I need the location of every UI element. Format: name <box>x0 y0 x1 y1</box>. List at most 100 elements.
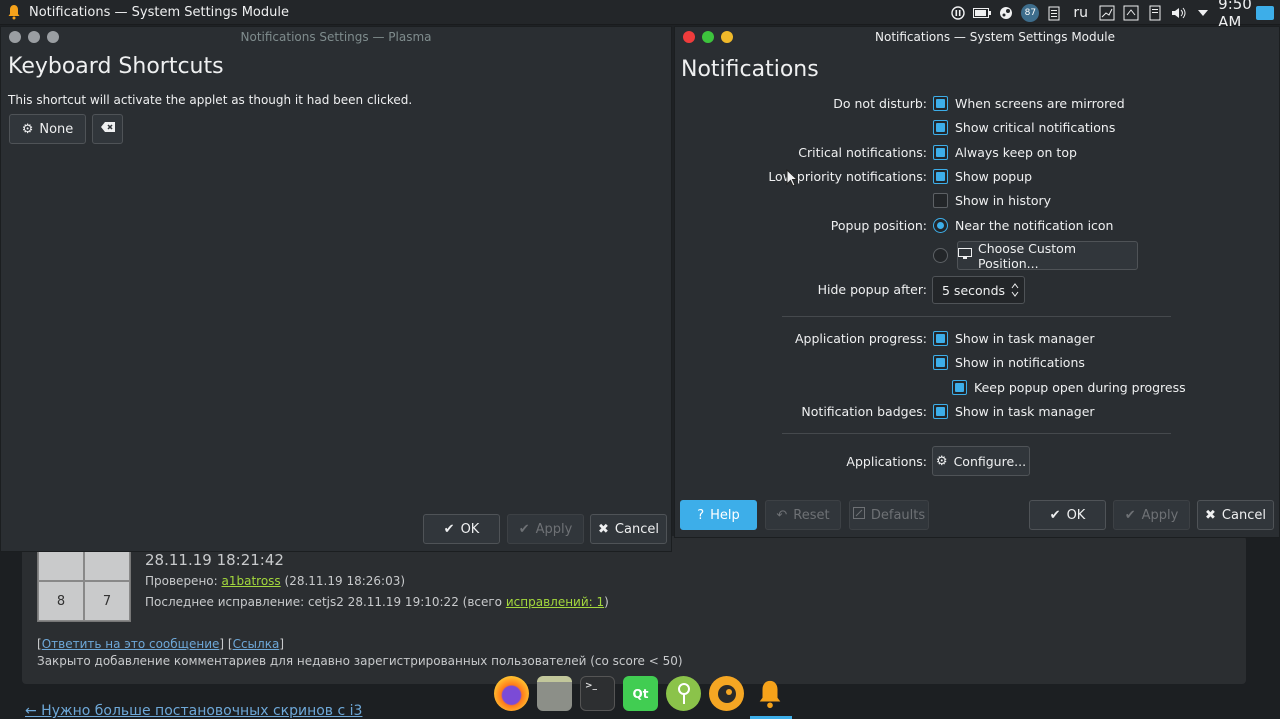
dnd-mirrored-checkbox[interactable] <box>933 96 948 111</box>
right-titlebar[interactable]: Notifications — System Settings Module <box>675 27 1279 47</box>
left-titlebar[interactable]: Notifications Settings — Plasma <box>1 27 671 46</box>
apply-button[interactable]: ✔ Apply <box>507 514 584 544</box>
keyboard-layout[interactable]: ru <box>1069 4 1092 22</box>
progress-notif-checkbox[interactable] <box>933 355 948 370</box>
close-icon: ✖ <box>1205 507 1216 523</box>
low-history-checkbox[interactable] <box>933 193 948 208</box>
volume-icon[interactable] <box>1170 4 1188 22</box>
progress-keep-checkbox[interactable] <box>952 380 967 395</box>
top-panel: Notifications — System Settings Module 8… <box>0 0 1280 31</box>
check-icon: ✔ <box>518 521 530 537</box>
popup-near-radio[interactable] <box>933 218 948 233</box>
apply-button[interactable]: ✔ Apply <box>1113 500 1190 530</box>
choose-custom-position-button[interactable]: Choose Custom Position... <box>957 240 1138 271</box>
cancel-button[interactable]: ✖ Cancel <box>1197 500 1274 530</box>
shortcut-button[interactable]: ⚙ None <box>9 114 86 144</box>
low-popup-label: Show popup <box>955 169 1033 184</box>
check-icon: ✔ <box>1049 507 1061 523</box>
device-icon[interactable] <box>1146 4 1164 22</box>
shortcut-description: This shortcut will activate the applet a… <box>8 93 413 107</box>
updates-icon[interactable] <box>1122 4 1140 22</box>
permalink[interactable]: Ссылка <box>233 637 280 651</box>
shortcut-label: None <box>39 121 74 137</box>
hide-after-value: 5 seconds <box>942 282 1006 298</box>
clear-shortcut-button[interactable] <box>92 114 123 144</box>
notifications-settings-window: Notifications Settings — Plasma Keyboard… <box>0 26 672 552</box>
apply-label: Apply <box>1141 507 1179 523</box>
popup-custom-radio[interactable] <box>933 248 948 263</box>
spin-arrows-icon[interactable] <box>1010 281 1020 302</box>
progress-keep-label: Keep popup open during progress <box>974 380 1186 395</box>
close-button[interactable] <box>9 31 21 43</box>
show-desktop-icon[interactable] <box>1256 5 1274 20</box>
gear-icon: ⚙ <box>935 453 948 469</box>
ok-button[interactable]: ✔ OK <box>423 514 500 544</box>
separator <box>782 316 1171 317</box>
progress-task-label: Show in task manager <box>955 331 1095 346</box>
progress-task-checkbox[interactable] <box>933 331 948 346</box>
dnd-critical-checkbox[interactable] <box>933 120 948 135</box>
comment-date: 28.11.19 18:21:42 <box>145 551 284 569</box>
low-popup-checkbox[interactable] <box>933 169 948 184</box>
checked-user-link[interactable]: a1batross <box>222 574 281 588</box>
steam-icon[interactable] <box>997 4 1015 22</box>
hide-after-spinbox[interactable]: 5 seconds <box>932 276 1025 304</box>
monitor-icon <box>958 248 972 263</box>
prev-topic-link[interactable]: ← Нужно больше постановочных скринов с i… <box>25 703 362 719</box>
clock[interactable]: 9:50 AM <box>1218 0 1252 31</box>
bell-icon[interactable] <box>3 1 25 23</box>
page-title: Keyboard Shortcuts <box>8 54 224 79</box>
cancel-button[interactable]: ✖ Cancel <box>590 514 667 544</box>
comments-closed-notice: Закрыто добавление комментариев для неда… <box>37 654 683 668</box>
last-fix-text: Последнее исправление: cetjs2 28.11.19 1… <box>145 595 503 609</box>
reset-button[interactable]: ↶ Reset <box>765 500 841 530</box>
maximize-button[interactable] <box>702 31 714 43</box>
help-button[interactable]: ? Help <box>680 500 757 530</box>
close-button[interactable] <box>683 31 695 43</box>
separator <box>782 433 1171 434</box>
qt-creator-icon[interactable]: Qt <box>623 676 658 711</box>
terminal-icon[interactable]: >_ <box>580 676 615 711</box>
checked-prefix: Проверено: <box>145 574 218 588</box>
ok-button[interactable]: ✔ OK <box>1029 500 1106 530</box>
app-progress-label: Application progress: <box>795 331 927 346</box>
firefox-icon[interactable] <box>494 676 529 711</box>
minimize-button[interactable] <box>28 31 40 43</box>
minimize-button[interactable] <box>721 31 733 43</box>
reset-label: Reset <box>793 507 830 523</box>
screenshot-tool-icon[interactable] <box>709 676 744 711</box>
configure-label: Configure... <box>953 453 1027 469</box>
critical-keep-top-label: Always keep on top <box>955 145 1077 160</box>
battery-icon[interactable] <box>973 4 992 22</box>
popup-position-label: Popup position: <box>830 218 927 233</box>
page-title: Notifications <box>681 57 819 82</box>
keepass-icon[interactable] <box>666 676 701 711</box>
cancel-label: Cancel <box>614 521 659 537</box>
configure-button[interactable]: ⚙ Configure... <box>932 446 1030 476</box>
choose-custom-position-label: Choose Custom Position... <box>978 240 1077 271</box>
dnd-critical-label: Show critical notifications <box>955 120 1116 135</box>
critical-keep-top-checkbox[interactable] <box>933 145 948 160</box>
mouse-cursor-icon <box>786 168 799 187</box>
comment-actions: [Ответить на это сообщение] [Ссылка] <box>37 637 284 651</box>
screenshot-thumbnail[interactable]: 8 7 <box>37 540 131 622</box>
reply-link[interactable]: Ответить на это сообщение <box>42 637 220 651</box>
defaults-button[interactable]: Defaults <box>849 500 929 530</box>
close-icon: ✖ <box>598 521 609 537</box>
help-label: Help <box>710 507 740 523</box>
maximize-button[interactable] <box>47 31 59 43</box>
network-icon[interactable] <box>1098 4 1116 22</box>
popup-near-label: Near the notification icon <box>955 218 1114 233</box>
notifications-app-icon[interactable] <box>752 676 787 711</box>
badges-task-checkbox[interactable] <box>933 404 948 419</box>
badges-task-label: Show in task manager <box>955 404 1095 419</box>
cancel-label: Cancel <box>1221 507 1266 523</box>
clipboard-icon[interactable] <box>1045 4 1063 22</box>
progress-notif-label: Show in notifications <box>955 355 1085 370</box>
files-icon[interactable] <box>537 676 572 711</box>
tray-expand-icon[interactable] <box>1194 4 1212 22</box>
fixes-link[interactable]: исправлений: 1 <box>506 595 604 609</box>
media-pause-icon[interactable] <box>949 4 967 22</box>
active-window-title: Notifications — System Settings Module <box>29 4 289 20</box>
notification-count-badge[interactable]: 87 <box>1021 3 1040 22</box>
